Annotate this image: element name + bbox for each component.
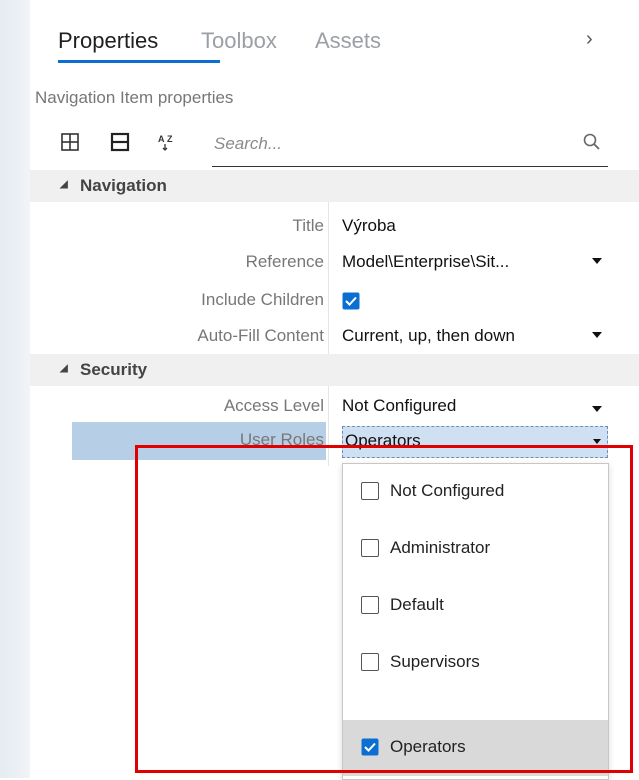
user-roles-dropdown-list: Not Configured Administrator Default Sup…: [342, 463, 609, 780]
checkbox-unchecked[interactable]: [361, 596, 379, 614]
background-strip: [0, 0, 30, 778]
collapse-triangle-icon[interactable]: ◢: [60, 179, 68, 190]
property-name: Title: [292, 216, 325, 235]
search-box: [212, 122, 608, 167]
user-roles-combobox[interactable]: Operators: [342, 426, 608, 458]
property-row-title: Title Výroba: [30, 208, 639, 244]
option-label: Default: [390, 595, 444, 614]
option-default[interactable]: Default: [343, 578, 608, 634]
chevron-down-icon[interactable]: [592, 406, 602, 412]
collapse-all-icon[interactable]: [110, 132, 130, 152]
user-roles-value: Operators: [345, 431, 421, 450]
active-tab-indicator: [58, 60, 220, 63]
property-row-reference: Reference Model\Enterprise\Sit...: [30, 244, 639, 280]
property-name: Reference: [245, 252, 324, 271]
category-navigation[interactable]: ◢ Navigation: [30, 170, 639, 202]
property-name: Include Children: [201, 290, 324, 309]
chevron-down-icon[interactable]: [592, 332, 602, 338]
option-label: Operators: [390, 737, 466, 756]
option-label: Administrator: [390, 538, 491, 557]
checkbox-checked-icon[interactable]: [361, 738, 379, 756]
search-input[interactable]: [212, 128, 566, 160]
properties-panel: Properties Toolbox Assets › Navigation I…: [30, 0, 639, 780]
chevron-down-icon[interactable]: [593, 439, 601, 444]
auto-fill-dropdown[interactable]: Current, up, then down: [342, 326, 515, 346]
property-name: Access Level: [223, 396, 324, 415]
option-supervisors[interactable]: Supervisors: [343, 635, 608, 691]
svg-text:Z: Z: [167, 134, 173, 144]
svg-text:A: A: [158, 134, 165, 144]
checkbox-unchecked[interactable]: [361, 482, 379, 500]
checkbox-unchecked[interactable]: [361, 539, 379, 557]
option-label: Supervisors: [390, 652, 480, 671]
sort-alphabetical-icon[interactable]: A Z: [157, 132, 177, 152]
checkbox-unchecked[interactable]: [361, 653, 379, 671]
search-icon[interactable]: [582, 132, 602, 152]
property-row-auto-fill: Auto-Fill Content Current, up, then down: [30, 318, 639, 354]
option-operators[interactable]: Operators: [343, 720, 608, 776]
property-name: User Roles: [239, 430, 324, 449]
tab-toolbox[interactable]: Toolbox: [201, 28, 277, 54]
access-level-dropdown[interactable]: Not Configured: [342, 396, 456, 416]
option-not-configured[interactable]: Not Configured: [343, 464, 608, 520]
tab-properties[interactable]: Properties: [58, 28, 158, 54]
chevron-down-icon[interactable]: [592, 258, 602, 264]
panel-subtitle: Navigation Item properties: [35, 88, 234, 107]
expand-all-icon[interactable]: [60, 132, 80, 152]
chevron-right-icon[interactable]: ›: [586, 28, 593, 51]
collapse-triangle-icon[interactable]: ◢: [60, 363, 68, 374]
property-name: Auto-Fill Content: [197, 326, 324, 345]
reference-dropdown[interactable]: Model\Enterprise\Sit...: [342, 252, 509, 272]
category-security[interactable]: ◢ Security: [30, 354, 639, 386]
category-label: Security: [80, 360, 148, 379]
option-administrator[interactable]: Administrator: [343, 521, 608, 577]
option-label: Not Configured: [390, 481, 505, 500]
include-children-checkbox[interactable]: [342, 292, 360, 310]
property-row-access-level: Access Level Not Configured: [30, 388, 639, 424]
title-field[interactable]: Výroba: [342, 216, 396, 236]
property-row-include-children: Include Children: [30, 282, 639, 318]
tab-assets[interactable]: Assets: [315, 28, 381, 54]
category-label: Navigation: [80, 176, 167, 195]
